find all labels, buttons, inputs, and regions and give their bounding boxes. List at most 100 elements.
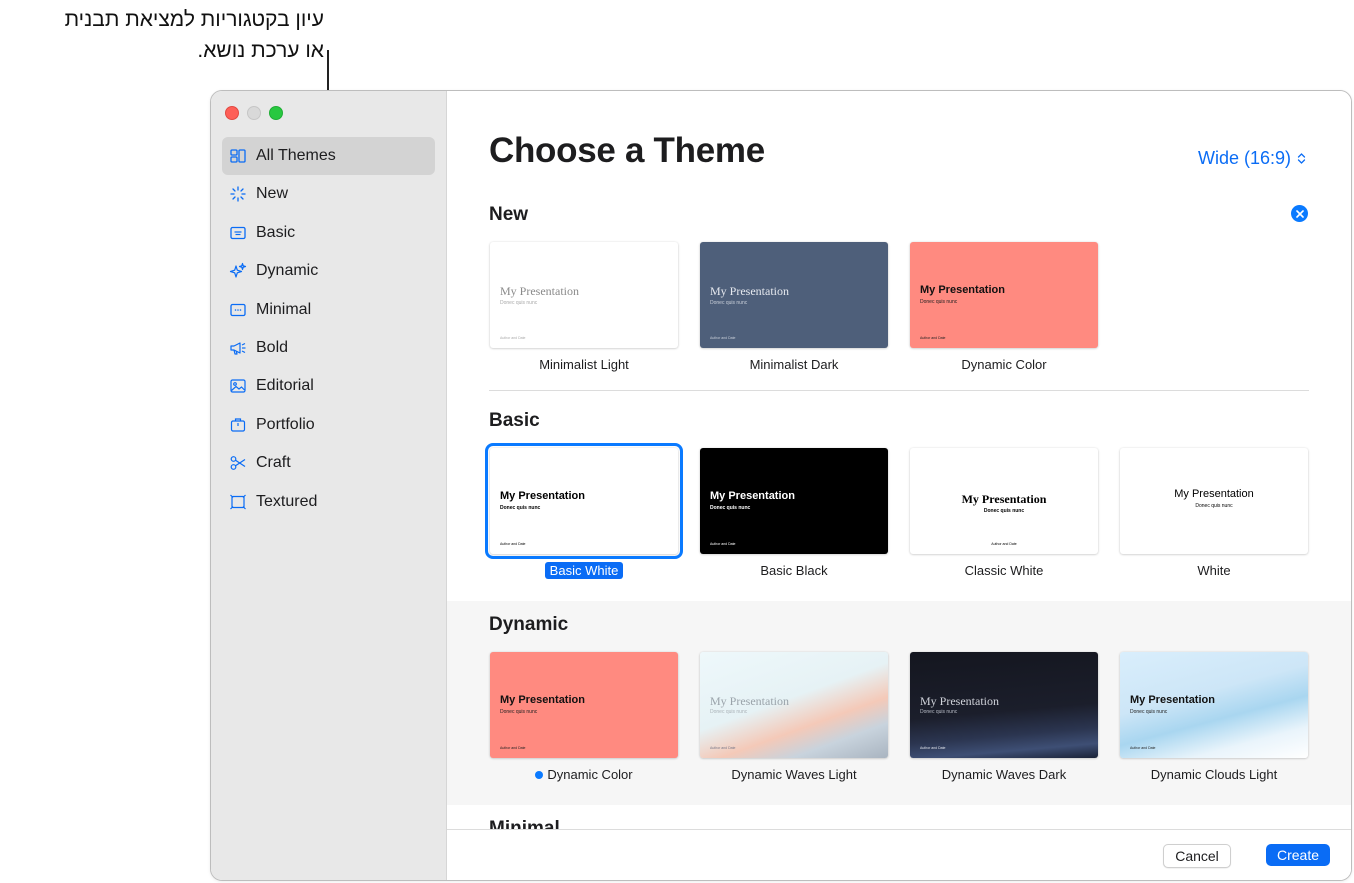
theme-card-dynamic-color[interactable]: My Presentation Donec quis nunc Author a…: [490, 652, 678, 782]
theme-name: Basic Black: [760, 563, 828, 578]
theme-thumbnail[interactable]: My Presentation Donec quis nunc Author a…: [910, 652, 1098, 758]
sidebar-item-bold[interactable]: Bold: [222, 329, 435, 367]
thumb-subtitle: Donec quis nunc: [500, 709, 538, 715]
window-controls: [225, 106, 283, 120]
slide-icon: [229, 224, 247, 242]
sidebar-item-label: All Themes: [256, 147, 336, 164]
section-divider: [489, 390, 1309, 391]
theme-thumbnail[interactable]: My Presentation Donec quis nunc Author a…: [700, 652, 888, 758]
sidebar-item-minimal[interactable]: Minimal: [222, 291, 435, 329]
sidebar-item-label: Editorial: [256, 377, 314, 395]
sidebar-item-label: Craft: [256, 454, 291, 472]
aspect-ratio-label: Wide (16:9): [1197, 148, 1291, 168]
thumb-author: Author and Date: [920, 746, 946, 750]
thumb-subtitle: Donec quis nunc: [500, 300, 538, 306]
thumb-title: My Presentation: [710, 490, 795, 502]
theme-thumbnail[interactable]: My Presentation Donec quis nunc Author a…: [1120, 652, 1308, 758]
sidebar-item-label: Basic: [256, 223, 296, 241]
theme-thumbnail[interactable]: My Presentation Donec quis nunc Author a…: [490, 242, 678, 348]
thumb-title: My Presentation: [1130, 694, 1215, 706]
minimize-window-button[interactable]: [247, 106, 261, 120]
close-window-button[interactable]: [225, 106, 239, 120]
close-section-button[interactable]: [1291, 205, 1308, 222]
theme-name: Minimalist Dark: [749, 357, 839, 372]
theme-thumbnail[interactable]: My Presentation Donec quis nunc Author a…: [910, 242, 1098, 348]
thumb-title: My Presentation: [710, 694, 789, 708]
sidebar-item-portfolio[interactable]: Portfolio: [222, 406, 435, 444]
dialog-footer: Cancel Create: [447, 829, 1351, 880]
theme-thumbnail[interactable]: My Presentation Donec quis nunc Author a…: [700, 242, 888, 348]
theme-thumbnail[interactable]: My Presentation Donec quis nunc Author a…: [490, 652, 678, 758]
thumb-title: My Presentation: [920, 284, 1005, 296]
sidebar-item-craft[interactable]: Craft: [222, 444, 435, 482]
photo-icon: [229, 377, 247, 395]
thumb-title: My Presentation: [500, 490, 585, 502]
grid-icon: [229, 147, 247, 165]
theme-card-classic-white[interactable]: My Presentation Donec quis nunc Author a…: [910, 448, 1098, 578]
theme-name: Dynamic Color: [961, 357, 1047, 372]
section-title-dynamic: Dynamic: [489, 614, 569, 635]
sidebar-item-label: Bold: [256, 338, 289, 356]
theme-card-minimalist-dark[interactable]: My Presentation Donec quis nunc Author a…: [700, 242, 888, 372]
theme-thumbnail[interactable]: My Presentation Donec quis nunc Author a…: [910, 448, 1098, 554]
sparkles-icon: [229, 262, 247, 280]
thumb-subtitle: Donec quis nunc: [710, 300, 748, 306]
sidebar-item-editorial[interactable]: Editorial: [222, 367, 435, 405]
sidebar-item-textured[interactable]: Textured: [222, 483, 435, 521]
thumb-subtitle: Donec quis nunc: [500, 505, 541, 511]
thumb-author: Author and Date: [500, 746, 526, 750]
theme-card-basic-white[interactable]: My Presentation Donec quis nunc Author a…: [485, 443, 683, 579]
close-icon: [1295, 209, 1304, 218]
sidebar-item-dynamic[interactable]: Dynamic: [222, 252, 435, 290]
thumb-title: My Presentation: [1174, 488, 1254, 500]
sidebar-item-all-themes[interactable]: All Themes: [222, 137, 435, 175]
thumb-title: My Presentation: [500, 694, 585, 706]
theme-card-dynamic-clouds-light[interactable]: My Presentation Donec quis nunc Author a…: [1120, 652, 1308, 782]
aspect-ratio-popup[interactable]: Wide (16:9): [1198, 148, 1306, 169]
theme-card-basic-black[interactable]: My Presentation Donec quis nunc Author a…: [700, 448, 888, 578]
thumb-author: Author and Date: [500, 542, 526, 546]
create-button[interactable]: Create: [1266, 844, 1330, 866]
thumb-title: My Presentation: [961, 492, 1047, 506]
theme-thumbnail[interactable]: My Presentation Donec quis nunc Author a…: [485, 443, 683, 559]
zoom-window-button[interactable]: [269, 106, 283, 120]
textured-icon: [229, 493, 247, 511]
thumb-subtitle: Donec quis nunc: [1195, 503, 1233, 509]
theme-thumbnail[interactable]: My Presentation Donec quis nunc Author a…: [700, 448, 888, 554]
sidebar-item-label: Portfolio: [256, 415, 315, 433]
theme-name: Dynamic Waves Dark: [941, 767, 1067, 782]
theme-thumbnail[interactable]: My Presentation Donec quis nunc: [1120, 448, 1308, 554]
sidebar-item-label: Dynamic: [256, 262, 319, 280]
sidebar-item-basic[interactable]: Basic: [222, 214, 435, 252]
page-title: Choose a Theme: [489, 131, 765, 170]
theme-card-minimalist-light[interactable]: My Presentation Donec quis nunc Author a…: [490, 242, 678, 372]
section-title-new: New: [489, 204, 529, 225]
thumb-subtitle: Donec quis nunc: [983, 508, 1025, 514]
theme-name: Minimalist Light: [539, 357, 629, 372]
thumb-author: Author and Date: [710, 336, 736, 340]
category-list: All Themes New Basic Dynamic Minimal Bol…: [222, 137, 435, 521]
thumb-subtitle: Donec quis nunc: [920, 709, 958, 715]
theme-name: Basic White: [544, 562, 624, 579]
theme-card-dynamic-color-new[interactable]: My Presentation Donec quis nunc Author a…: [910, 242, 1098, 372]
theme-name: Dynamic Color: [547, 767, 633, 782]
callout-line-2: או ערכת נושא.: [197, 39, 324, 62]
theme-card-white[interactable]: My Presentation Donec quis nunc White: [1120, 448, 1308, 578]
callout-annotation: עיון בקטגוריות למציאת תבנית או ערכת נושא…: [0, 4, 324, 66]
cancel-button[interactable]: Cancel: [1163, 844, 1231, 868]
theme-chooser-window: All Themes New Basic Dynamic Minimal Bol…: [210, 90, 1352, 881]
thumb-author: Author and Date: [920, 336, 946, 340]
thumb-subtitle: Donec quis nunc: [710, 709, 748, 715]
thumb-author: Author and Date: [710, 746, 736, 750]
theme-card-dynamic-waves-dark[interactable]: My Presentation Donec quis nunc Author a…: [910, 652, 1098, 782]
thumb-author: Author and Date: [710, 542, 736, 546]
theme-card-dynamic-waves-light[interactable]: My Presentation Donec quis nunc Author a…: [700, 652, 888, 782]
thumb-title: My Presentation: [500, 284, 579, 298]
thumb-author: Author and Date: [1130, 746, 1156, 750]
theme-name: Dynamic Waves Light: [731, 767, 857, 782]
sidebar-item-new[interactable]: New: [222, 175, 435, 213]
new-indicator-dot: [535, 771, 544, 779]
theme-name: Classic White: [964, 563, 1044, 578]
sparkle-icon: [229, 185, 247, 203]
thumb-subtitle: Donec quis nunc: [1130, 709, 1168, 715]
